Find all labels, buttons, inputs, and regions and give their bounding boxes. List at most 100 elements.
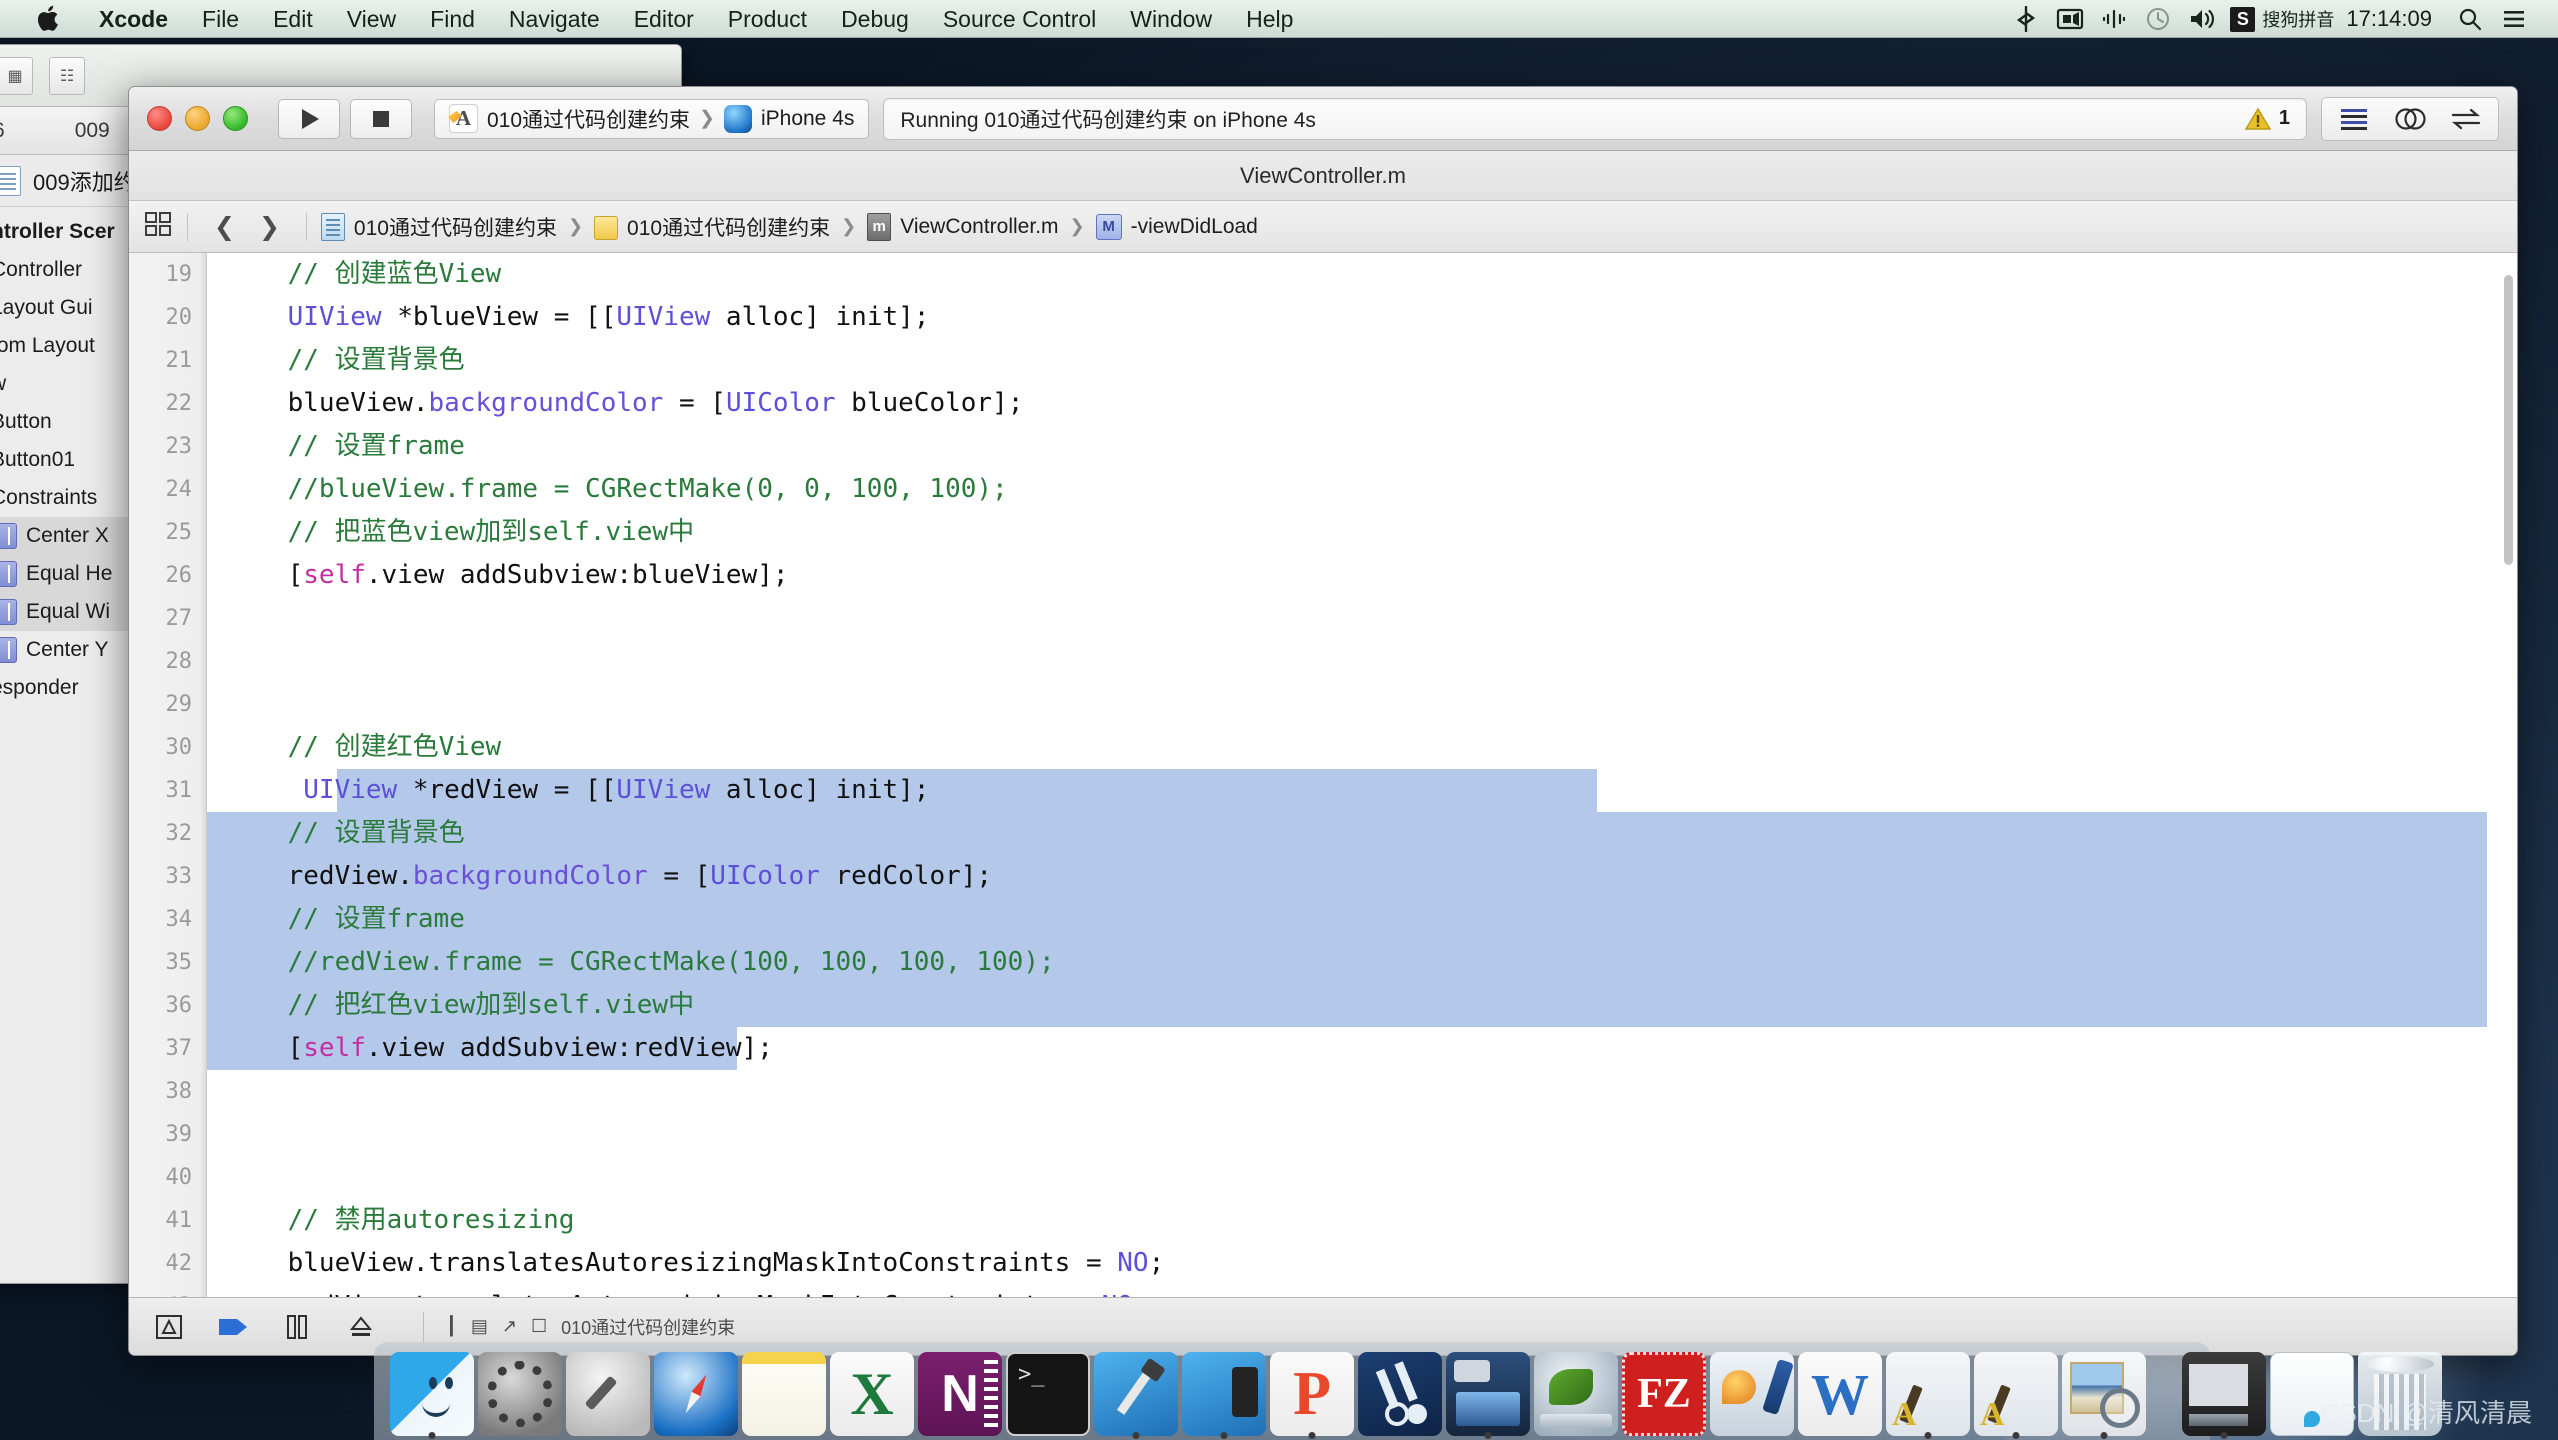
code-line[interactable]: // 创建蓝色View [225, 253, 2517, 296]
dock-icon-notes[interactable] [742, 1352, 826, 1436]
dock-icon-safari[interactable] [654, 1352, 738, 1436]
editor-vertical-scrollbar[interactable] [2502, 255, 2515, 1295]
source-editor[interactable]: 19 20 21 22 23 24 25 26 27 28 29 30 31 32 33 34 35 36 37 38… [129, 253, 2517, 1297]
dock-icon-onenote[interactable] [918, 1352, 1002, 1436]
dock-icon-xcode-beta[interactable] [1182, 1352, 1266, 1439]
minimize-button[interactable] [185, 106, 210, 131]
code-line[interactable]: //blueView.frame = CGRectMake(0, 0, 100,… [225, 468, 2517, 511]
code-line[interactable]: // 设置frame [225, 425, 2517, 468]
thread-icon[interactable]: ┃ [446, 1316, 457, 1337]
macos-menubar[interactable]: Xcode File Edit View Find Navigate Editor Produ… [0, 0, 2558, 38]
debug-breadcrumb[interactable]: ┃ ▤ ↗ ☐ 010通过代码创建约束 [446, 1314, 735, 1340]
project-navigator-icon[interactable]: ▦ [0, 56, 33, 95]
screen-recording-icon[interactable] [2048, 0, 2092, 38]
issue-counter[interactable]: 1 [2244, 107, 2290, 131]
code-line[interactable]: // 创建红色View [225, 726, 2517, 769]
dock-icon-sequel-pro[interactable] [1534, 1352, 1618, 1436]
menubar-clock[interactable]: 17:14:09 [2346, 6, 2432, 32]
menu-item-product[interactable]: Product [711, 0, 824, 38]
dock-icon-word[interactable] [1798, 1352, 1882, 1436]
dock-icon-snipaste[interactable] [1358, 1352, 1442, 1436]
code-line[interactable]: [self.view addSubview:blueView]; [225, 554, 2517, 597]
list-icon[interactable] [2492, 0, 2536, 38]
menu-item-help[interactable]: Help [1229, 0, 1310, 38]
code-line[interactable]: redView.translatesAutoresizingMaskIntoCo… [225, 1285, 2517, 1297]
dock-icon-launchpad[interactable] [566, 1352, 650, 1436]
code-line[interactable]: //redView.frame = CGRectMake(100, 100, 1… [207, 941, 2517, 984]
dock-icon-system-preferences[interactable] [478, 1352, 562, 1436]
bluetooth-icon[interactable] [2004, 0, 2048, 38]
menu-item-window[interactable]: Window [1113, 0, 1229, 38]
breadcrumb-project[interactable]: 010通过代码创建约束 [320, 212, 557, 242]
dock-icon-preview[interactable] [2062, 1352, 2146, 1439]
breadcrumb-file[interactable]: m ViewController.m [867, 212, 1059, 241]
code-line[interactable]: UIView *blueView = [[UIView alloc] init]… [225, 296, 2517, 339]
dock-icon-displays[interactable] [2182, 1352, 2266, 1439]
window-controls[interactable] [147, 106, 248, 131]
xcode-window[interactable]: A 010通过代码创建约束 ❯ iPhone 4s Running 010通过代… [128, 86, 2518, 1356]
menu-item-edit[interactable]: Edit [256, 0, 330, 38]
menubar-status-items[interactable]: S 搜狗拼音 17:14:09 [2004, 0, 2536, 38]
hide-debug-area-icon[interactable] [145, 1308, 193, 1346]
continue-icon[interactable] [209, 1308, 257, 1346]
zoom-button[interactable] [223, 106, 248, 131]
menu-item-xcode[interactable]: Xcode [82, 0, 185, 38]
code-line[interactable]: blueView.backgroundColor = [UIColor blue… [225, 382, 2517, 425]
editor-mode-buttons[interactable] [2321, 96, 2499, 141]
stop-button[interactable] [350, 98, 412, 139]
volume-icon[interactable] [2180, 0, 2224, 38]
dock-icon-filezilla[interactable] [1622, 1352, 1706, 1436]
code-text-area[interactable]: // 创建蓝色View UIView *blueView = [[UIView … [207, 253, 2517, 1297]
airplay-icon[interactable] [2092, 0, 2136, 38]
editor-jump-bar[interactable]: ❮ ❯ 010通过代码创建约束 ❯ 010通过代码创建约束 ❯ m ViewCo… [129, 201, 2517, 253]
menu-item-source-control[interactable]: Source Control [926, 0, 1113, 38]
menu-item-navigate[interactable]: Navigate [492, 0, 617, 38]
scheme-selector[interactable]: A 010通过代码创建约束 ❯ iPhone 4s [434, 98, 870, 139]
scheme-destination[interactable]: iPhone 4s [761, 107, 854, 131]
ime-name[interactable]: 搜狗拼音 [2262, 6, 2334, 32]
code-line[interactable] [225, 683, 2517, 726]
code-line[interactable]: // 把蓝色view加到self.view中 [225, 511, 2517, 554]
step-over-icon[interactable] [337, 1308, 385, 1346]
breadcrumb-method[interactable]: M -viewDidLoad [1095, 213, 1258, 240]
dock-icon-font-book-2[interactable] [1974, 1352, 2058, 1439]
code-line[interactable]: blueView.translatesAutoresizingMaskIntoC… [225, 1242, 2517, 1285]
code-line[interactable]: // 禁用autoresizing [225, 1199, 2517, 1242]
code-line[interactable]: // 设置背景色 [225, 339, 2517, 382]
dock-icon-pages[interactable] [1270, 1352, 1354, 1439]
code-line[interactable] [225, 640, 2517, 683]
dock-icon-font-book[interactable] [1886, 1352, 1970, 1439]
related-items-icon[interactable] [143, 210, 173, 243]
ime-badge-icon[interactable]: S [2230, 6, 2256, 32]
scrollbar-thumb[interactable] [2504, 275, 2513, 565]
code-line[interactable]: // 把红色view加到self.view中 [207, 984, 2517, 1027]
stack-icon[interactable]: ▤ [471, 1316, 488, 1337]
dock-icon-firefox[interactable] [1710, 1352, 1794, 1436]
code-line[interactable] [225, 1070, 2517, 1113]
code-line[interactable]: [self.view addSubview:redView]; [207, 1027, 2517, 1070]
dock-icon-excel[interactable] [830, 1352, 914, 1436]
dock-icon-xcode[interactable] [1094, 1352, 1178, 1439]
code-line[interactable]: UIView *redView = [[UIView alloc] init]; [225, 769, 2517, 812]
close-button[interactable] [147, 106, 172, 131]
scheme-project-name[interactable]: 010通过代码创建约束 [487, 104, 690, 134]
navigate-forward-icon[interactable]: ❯ [247, 212, 292, 242]
dock-icon-imovie[interactable] [1446, 1352, 1530, 1439]
time-machine-icon[interactable] [2136, 0, 2180, 38]
run-button[interactable] [278, 98, 340, 139]
code-line[interactable] [225, 1156, 2517, 1199]
chart-icon[interactable]: ↗ [502, 1316, 517, 1337]
menubar-items[interactable]: Xcode File Edit View Find Navigate Editor Produ… [0, 0, 1310, 38]
search-icon[interactable] [2448, 0, 2492, 38]
menu-item-editor[interactable]: Editor [617, 0, 711, 38]
menu-item-find[interactable]: Find [413, 0, 492, 38]
dock-icon-terminal[interactable] [1006, 1352, 1090, 1436]
code-line[interactable]: // 设置背景色 [207, 812, 2517, 855]
frame-icon[interactable]: ☐ [531, 1316, 547, 1337]
grid-icon[interactable]: ☷ [49, 56, 85, 95]
pause-icon[interactable] [273, 1308, 321, 1346]
menu-item-file[interactable]: File [185, 0, 256, 38]
code-line[interactable] [225, 1113, 2517, 1156]
code-line[interactable]: // 设置frame [207, 898, 2517, 941]
navigate-back-icon[interactable]: ❮ [202, 212, 247, 242]
